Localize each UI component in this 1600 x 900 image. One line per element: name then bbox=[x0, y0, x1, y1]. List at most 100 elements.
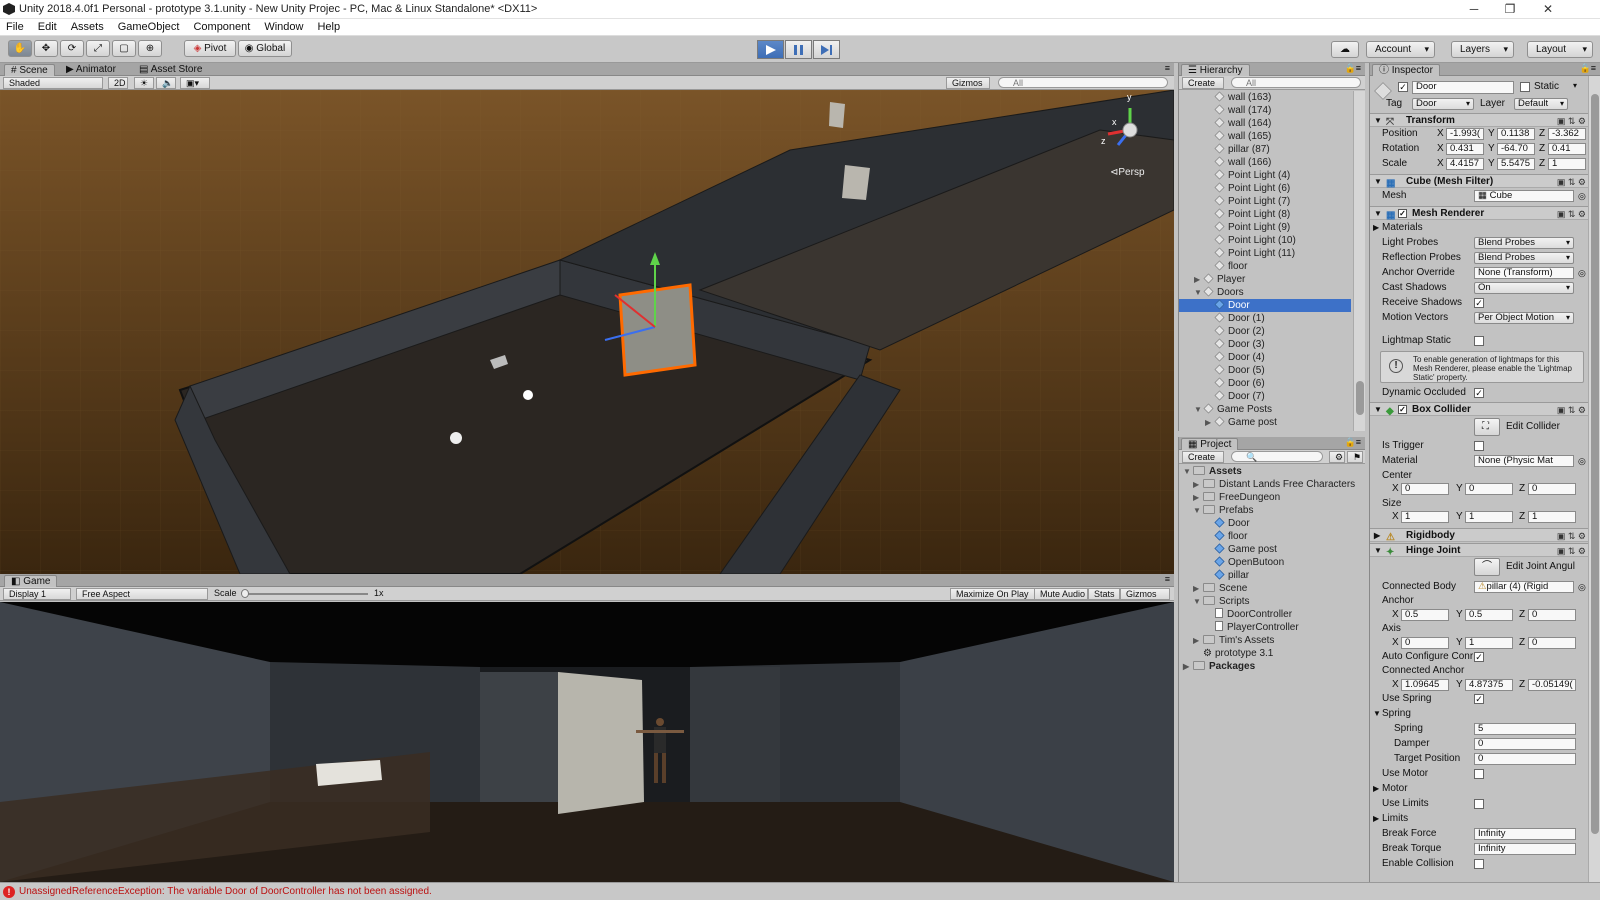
axis-y-field[interactable]: 1 bbox=[1465, 637, 1513, 649]
tab-game[interactable]: ◧ Game bbox=[4, 575, 58, 587]
cast-shadows-dropdown[interactable]: On bbox=[1474, 282, 1574, 294]
collapse-arrow-icon[interactable]: ▼ bbox=[1194, 286, 1204, 299]
mesh-renderer-enabled-checkbox[interactable]: ✓ bbox=[1398, 209, 1407, 218]
position-x-field[interactable]: -1.993( bbox=[1446, 128, 1484, 140]
minimize-button[interactable]: ─ bbox=[1454, 0, 1494, 19]
list-item[interactable]: Point Light (4) bbox=[1179, 169, 1351, 182]
list-item[interactable]: ▶ Game post bbox=[1179, 416, 1351, 429]
use-spring-checkbox[interactable]: ✓ bbox=[1474, 694, 1484, 704]
shading-dropdown[interactable]: Shaded bbox=[3, 77, 103, 89]
console-status-bar[interactable]: ! UnassignedReferenceException: The vari… bbox=[0, 882, 1600, 900]
hierarchy-search-input[interactable]: All bbox=[1231, 77, 1361, 88]
object-picker-icon[interactable]: ◎ bbox=[1578, 454, 1586, 468]
stats-toggle[interactable]: Stats bbox=[1088, 588, 1120, 600]
list-item[interactable]: ▼ Game Posts bbox=[1179, 403, 1351, 416]
aspect-dropdown[interactable]: Free Aspect bbox=[76, 588, 208, 600]
connected-anchor-y-field[interactable]: 4.87375 bbox=[1465, 679, 1513, 691]
layer-dropdown[interactable]: Default bbox=[1514, 98, 1568, 110]
receive-shadows-checkbox[interactable]: ✓ bbox=[1474, 298, 1484, 308]
position-z-field[interactable]: -3.362 bbox=[1548, 128, 1586, 140]
center-x-field[interactable]: 0 bbox=[1401, 483, 1449, 495]
list-item[interactable]: ▶ Player bbox=[1179, 273, 1351, 286]
size-z-field[interactable]: 1 bbox=[1528, 511, 1576, 523]
lock-icon[interactable]: 🔒≡ bbox=[1580, 63, 1596, 74]
gizmos-dropdown[interactable]: Gizmos bbox=[946, 77, 990, 89]
perspective-label[interactable]: ⊲Persp bbox=[1110, 167, 1145, 178]
inspector-scroll-thumb[interactable] bbox=[1591, 94, 1599, 834]
scale-x-field[interactable]: 4.4157 bbox=[1446, 158, 1484, 170]
list-item[interactable]: ▼ Assets bbox=[1179, 465, 1351, 478]
collapse-arrow-icon[interactable]: ▼ bbox=[1193, 595, 1203, 608]
hierarchy-scrollbar[interactable] bbox=[1353, 91, 1365, 431]
rect-tool-button[interactable]: ▢ bbox=[112, 40, 136, 57]
pivot-button[interactable]: ◈ Pivot bbox=[184, 40, 236, 57]
rotation-z-field[interactable]: 0.41 bbox=[1548, 143, 1586, 155]
scene-viewport[interactable]: y x z ⊲Persp bbox=[0, 90, 1174, 574]
restore-button[interactable]: ❐ bbox=[1490, 0, 1530, 19]
break-force-field[interactable]: Infinity bbox=[1474, 828, 1576, 840]
list-item[interactable]: Door bbox=[1179, 517, 1351, 530]
list-item[interactable]: ▶ Packages bbox=[1179, 660, 1351, 673]
anchor-x-field[interactable]: 0.5 bbox=[1401, 609, 1449, 621]
size-x-field[interactable]: 1 bbox=[1401, 511, 1449, 523]
audio-toggle[interactable]: 🔈 bbox=[156, 77, 176, 89]
scale-slider[interactable] bbox=[241, 589, 368, 598]
project-create-dropdown[interactable]: Create bbox=[1182, 451, 1224, 463]
list-item[interactable]: ▼ Scripts bbox=[1179, 595, 1351, 608]
cloud-button[interactable]: ☁ bbox=[1331, 41, 1359, 58]
materials-row[interactable]: ▶ Materials bbox=[1370, 221, 1588, 235]
list-item[interactable]: ▶ Tim's Assets bbox=[1179, 634, 1351, 647]
play-button[interactable] bbox=[757, 40, 784, 59]
lock-icon[interactable]: 🔒≡ bbox=[1345, 437, 1361, 448]
filter-type-button[interactable]: ⚙ bbox=[1329, 451, 1345, 463]
list-item[interactable]: Point Light (9) bbox=[1179, 221, 1351, 234]
close-button[interactable]: ✕ bbox=[1528, 0, 1568, 19]
lighting-toggle[interactable]: ☀ bbox=[134, 77, 154, 89]
connected-anchor-z-field[interactable]: -0.05149( bbox=[1528, 679, 1576, 691]
list-item[interactable]: ▼ Doors bbox=[1179, 286, 1351, 299]
light-probes-dropdown[interactable]: Blend Probes bbox=[1474, 237, 1574, 249]
spring-field[interactable]: 5 bbox=[1474, 723, 1576, 735]
expand-arrow-icon[interactable]: ▶ bbox=[1193, 634, 1203, 647]
connected-anchor-x-field[interactable]: 1.09645 bbox=[1401, 679, 1449, 691]
list-item[interactable]: Door (2) bbox=[1179, 325, 1351, 338]
mesh-field[interactable]: ▦ Cube bbox=[1474, 190, 1574, 202]
object-picker-icon[interactable]: ◎ bbox=[1578, 189, 1586, 203]
box-collider-header[interactable]: ▼ ◆ ✓ Box Collider ▣ ⇅ ⚙ bbox=[1370, 402, 1588, 417]
reflection-probes-dropdown[interactable]: Blend Probes bbox=[1474, 252, 1574, 264]
hinge-joint-header[interactable]: ▼ ✦ Hinge Joint ▣ ⇅ ⚙ bbox=[1370, 543, 1588, 558]
axis-x-field[interactable]: 0 bbox=[1401, 637, 1449, 649]
game-viewport[interactable] bbox=[0, 602, 1174, 882]
lightmap-static-checkbox[interactable] bbox=[1474, 336, 1484, 346]
enable-collision-checkbox[interactable] bbox=[1474, 859, 1484, 869]
tab-asset-store[interactable]: ▤ Asset Store bbox=[133, 64, 208, 76]
expand-arrow-icon[interactable]: ▶ bbox=[1205, 416, 1215, 429]
list-item[interactable]: ▼ Prefabs bbox=[1179, 504, 1351, 517]
box-collider-enabled-checkbox[interactable]: ✓ bbox=[1398, 405, 1407, 414]
use-limits-checkbox[interactable] bbox=[1474, 799, 1484, 809]
rotation-y-field[interactable]: -64.70 bbox=[1497, 143, 1535, 155]
break-torque-field[interactable]: Infinity bbox=[1474, 843, 1576, 855]
list-item[interactable]: wall (165) bbox=[1179, 130, 1351, 143]
axis-z-field[interactable]: 0 bbox=[1528, 637, 1576, 649]
menu-gameobject[interactable]: GameObject bbox=[112, 19, 188, 35]
tab-hierarchy[interactable]: ☰ Hierarchy bbox=[1181, 64, 1250, 76]
list-item[interactable]: Point Light (10) bbox=[1179, 234, 1351, 247]
panel-menu-icon[interactable]: ≡ bbox=[1165, 574, 1170, 584]
list-item[interactable]: ▶ FreeDungeon bbox=[1179, 491, 1351, 504]
status-message[interactable]: UnassignedReferenceException: The variab… bbox=[19, 886, 432, 897]
object-picker-icon[interactable]: ◎ bbox=[1578, 580, 1586, 594]
center-y-field[interactable]: 0 bbox=[1465, 483, 1513, 495]
account-dropdown[interactable]: Account bbox=[1366, 41, 1435, 58]
global-button[interactable]: ◉ Global bbox=[238, 40, 292, 57]
edit-collider-button[interactable]: ⛶ Edit Collider bbox=[1474, 418, 1584, 436]
tag-dropdown[interactable]: Door bbox=[1412, 98, 1474, 110]
tab-scene[interactable]: # Scene bbox=[4, 64, 55, 76]
list-item[interactable]: PlayerController bbox=[1179, 621, 1351, 634]
rotation-x-field[interactable]: 0.431 bbox=[1446, 143, 1484, 155]
damper-field[interactable]: 0 bbox=[1474, 738, 1576, 750]
object-picker-icon[interactable]: ◎ bbox=[1578, 266, 1586, 280]
transform-tool-button[interactable]: ⊕ bbox=[138, 40, 162, 57]
game-gizmos-dropdown[interactable]: Gizmos bbox=[1120, 588, 1170, 600]
expand-arrow-icon[interactable]: ▶ bbox=[1193, 478, 1203, 491]
